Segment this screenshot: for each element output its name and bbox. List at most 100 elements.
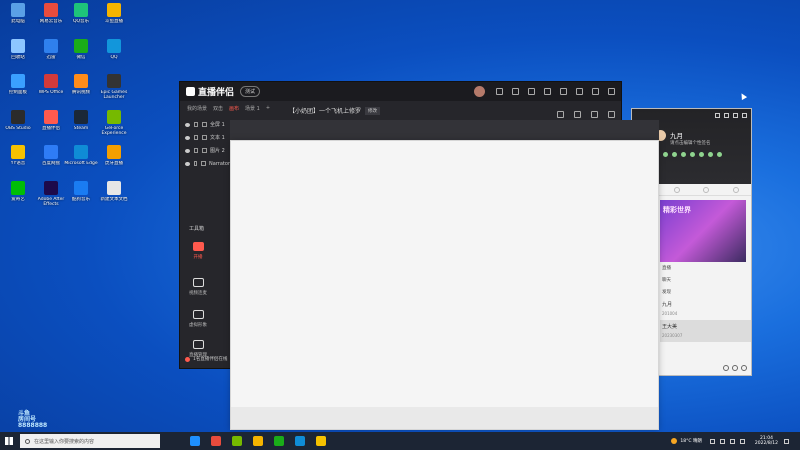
volume-icon[interactable] bbox=[729, 438, 735, 444]
video-call-tool[interactable]: 视频连麦 bbox=[183, 278, 213, 296]
tab-double[interactable]: 双击 bbox=[213, 105, 223, 112]
tab-space-icon[interactable] bbox=[703, 186, 710, 193]
share-icon[interactable] bbox=[608, 111, 615, 118]
help-icon[interactable] bbox=[496, 88, 503, 95]
desktop-icon[interactable]: WPS Office bbox=[36, 74, 66, 106]
tab-my-scenes[interactable]: 我的场景 bbox=[187, 105, 207, 112]
promo-banner[interactable]: 精彩世界 bbox=[660, 200, 746, 262]
desktop-icon[interactable]: 网易云音乐 bbox=[36, 3, 66, 35]
desktop-icon[interactable]: 回收站 bbox=[3, 38, 33, 71]
live-title-bar[interactable]: 直播伴侣 测试 bbox=[180, 82, 621, 101]
taskbar-clock[interactable]: 21:04 2022/8/12 bbox=[755, 436, 778, 446]
desktop-icon[interactable]: Adobe After Effects bbox=[36, 180, 66, 213]
weather-icon[interactable] bbox=[671, 438, 678, 444]
tab-groups-icon[interactable] bbox=[673, 186, 680, 193]
source-row[interactable]: 全屏 1 bbox=[180, 118, 230, 131]
chevron-up-icon[interactable] bbox=[709, 438, 715, 444]
camera-icon[interactable] bbox=[723, 365, 729, 371]
taskbar-app-icon[interactable] bbox=[274, 436, 284, 446]
list-item[interactable]: 发现 bbox=[660, 286, 751, 298]
eye-icon[interactable] bbox=[185, 161, 190, 166]
ime-icon[interactable] bbox=[739, 438, 745, 444]
desktop-icon[interactable]: 酷狗音乐 bbox=[66, 180, 96, 213]
version-badge[interactable]: 测试 bbox=[240, 86, 261, 97]
start-live-tool[interactable]: 开播 bbox=[183, 242, 213, 260]
list-item[interactable]: 聊天 bbox=[660, 274, 751, 286]
desktop-icon[interactable]: 控制面板 bbox=[3, 74, 33, 106]
desktop-icon[interactable]: 腾讯视频 bbox=[66, 74, 96, 106]
minimize-icon[interactable] bbox=[733, 113, 738, 118]
lock-icon[interactable] bbox=[193, 161, 198, 166]
desktop-icon[interactable]: YY语音 bbox=[3, 145, 33, 177]
desktop-icon[interactable]: Steam bbox=[66, 109, 96, 142]
lock-icon[interactable] bbox=[194, 135, 198, 140]
taskbar-app-icon[interactable] bbox=[253, 436, 263, 446]
taskbar-app-icon[interactable] bbox=[211, 436, 221, 446]
tab-scene-1[interactable]: 场景 1 bbox=[245, 105, 260, 112]
desktop-icon[interactable]: 迅雷 bbox=[36, 38, 66, 71]
source-row[interactable]: Narrator bbox=[180, 157, 230, 170]
source-row[interactable]: 图片 2 bbox=[180, 144, 230, 157]
desktop-icon[interactable]: 新建文本文档 bbox=[99, 180, 129, 213]
desktop-icon[interactable]: Epic Games Launcher bbox=[99, 74, 129, 106]
desktop-icon[interactable]: QQ bbox=[99, 38, 129, 71]
desktop-icon[interactable]: GeForce Experience bbox=[99, 109, 129, 142]
settings-icon[interactable] bbox=[724, 113, 729, 118]
badge-icon[interactable] bbox=[690, 152, 695, 157]
weather-text[interactable]: 18°C 晴朗 bbox=[680, 438, 702, 444]
eye-icon[interactable] bbox=[185, 135, 190, 140]
lock-icon[interactable] bbox=[194, 122, 198, 127]
desktop-icon[interactable]: 爱奇艺 bbox=[3, 180, 33, 213]
desktop-icon[interactable]: QQ音乐 bbox=[66, 3, 96, 35]
badge-icon[interactable] bbox=[663, 152, 668, 157]
taskbar-app-icon[interactable] bbox=[232, 436, 242, 446]
menu-icon[interactable] bbox=[560, 88, 567, 95]
chat-signature[interactable]: 请点击编辑个性签名 bbox=[670, 140, 711, 146]
fan-icon[interactable] bbox=[574, 111, 581, 118]
badge-icon[interactable] bbox=[708, 152, 713, 157]
minimize-icon[interactable] bbox=[576, 88, 583, 95]
taskbar-search[interactable]: 在这里输入你要搜索的内容 bbox=[20, 434, 160, 448]
add-scene-button[interactable]: + bbox=[266, 105, 270, 111]
close-icon[interactable] bbox=[742, 113, 747, 118]
taskbar-app-icon[interactable] bbox=[295, 436, 305, 446]
badge-icon[interactable] bbox=[681, 152, 686, 157]
badge-icon[interactable] bbox=[717, 152, 722, 157]
close-icon[interactable] bbox=[608, 88, 615, 95]
badge-icon[interactable] bbox=[672, 152, 677, 157]
lock-icon[interactable] bbox=[194, 148, 198, 153]
taskbar-app-icon[interactable] bbox=[316, 436, 326, 446]
desktop-icon[interactable]: 虎牙直播 bbox=[99, 145, 129, 177]
contact-row[interactable]: 王大美 20230307 bbox=[660, 320, 751, 342]
blank-popup-window[interactable] bbox=[230, 140, 659, 430]
maximize-icon[interactable] bbox=[592, 88, 599, 95]
desktop-icon[interactable]: OBS Studio bbox=[3, 109, 33, 142]
desktop-icon[interactable]: 斗鱼直播 bbox=[99, 3, 129, 35]
network-icon[interactable] bbox=[719, 438, 725, 444]
chart-icon[interactable] bbox=[591, 111, 598, 118]
message-icon[interactable] bbox=[512, 88, 519, 95]
desktop-icon[interactable]: 百度网盘 bbox=[36, 145, 66, 177]
popup-title-bar[interactable] bbox=[230, 120, 659, 140]
search-icon[interactable] bbox=[741, 365, 747, 371]
edit-title-button[interactable]: 修改 bbox=[365, 106, 381, 115]
mail-icon[interactable] bbox=[732, 365, 738, 371]
pin-icon[interactable] bbox=[715, 113, 720, 118]
user-avatar[interactable] bbox=[474, 86, 485, 97]
desktop-icon[interactable]: Microsoft Edge bbox=[64, 145, 98, 177]
tab-apps-icon[interactable] bbox=[733, 186, 740, 193]
virtual-avatar-tool[interactable]: 虚拟形象 bbox=[183, 310, 213, 328]
skin-icon[interactable] bbox=[544, 88, 551, 95]
gift-icon[interactable] bbox=[557, 111, 564, 118]
contact-row[interactable]: 九月 201004 bbox=[660, 298, 751, 320]
desktop-icon[interactable]: 微信 bbox=[66, 38, 96, 71]
list-item[interactable]: 直播 bbox=[660, 262, 751, 274]
badge-icon[interactable] bbox=[699, 152, 704, 157]
desktop-icon[interactable]: 直播伴侣 bbox=[36, 109, 66, 142]
eye-icon[interactable] bbox=[185, 122, 190, 127]
taskbar-app-icon[interactable] bbox=[190, 436, 200, 446]
settings-icon[interactable] bbox=[528, 88, 535, 95]
eye-icon[interactable] bbox=[185, 148, 190, 153]
desktop-icon[interactable]: 此电脑 bbox=[3, 3, 33, 35]
notification-icon[interactable] bbox=[784, 438, 789, 444]
